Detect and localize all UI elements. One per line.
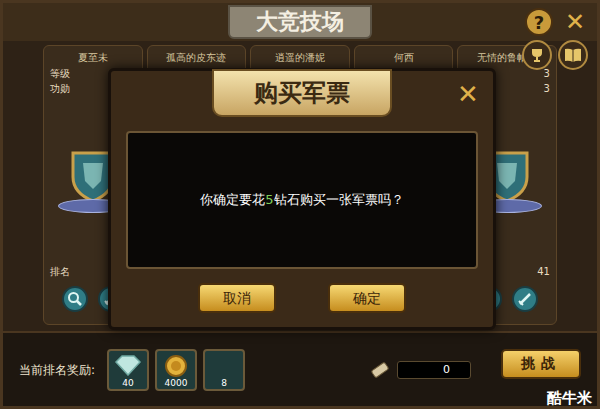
reward-label: 当前排名奖励: [19, 361, 95, 379]
dialog-body: 你确定要花5钻石购买一张军票吗？ [126, 131, 478, 269]
reward-slot: 8 [203, 349, 245, 391]
dialog-title: 购买军票 [254, 77, 350, 109]
stat-label: 功勋 [50, 81, 70, 96]
stat-value: 3 [544, 66, 550, 81]
challenge-label: 挑战 [521, 353, 561, 374]
magnifier-icon [67, 291, 83, 307]
stat-value: 3 [544, 81, 550, 96]
window-title: 大竞技场 [256, 7, 344, 37]
header-bar: 大竞技场? ✕ [3, 3, 597, 41]
reward-count: 40 [122, 378, 133, 389]
watermark: 酷牛米 [547, 389, 592, 407]
reward-count: 4000 [165, 378, 188, 389]
player-name: 夏至未 [78, 50, 108, 66]
dialog-message: 你确定要花5钻石购买一张军票吗？ [200, 190, 403, 210]
dialog-header: 购买军票 ✕ [111, 69, 493, 117]
rank-value: 41 [537, 264, 550, 280]
diamond-icon [114, 354, 142, 376]
ranking-button[interactable] [522, 40, 552, 70]
reward-slot: 4000 [155, 349, 197, 391]
dialog-title-plaque: 购买军票 [212, 69, 392, 117]
gold-coin-icon [164, 354, 188, 378]
sword-icon [517, 291, 533, 307]
dialog-button-label: 确定 [353, 288, 381, 309]
ticket-count: 0 [397, 361, 471, 379]
player-name: 逍遥的潘妮 [275, 50, 325, 66]
player-name: 何西 [394, 50, 414, 66]
trophy-icon [529, 47, 545, 63]
dialog-buttons: 取消 确定 [198, 283, 406, 313]
dialog-close-label: ✕ [457, 75, 479, 114]
challenge-button[interactable]: 挑战 [501, 349, 581, 379]
fight-button[interactable] [512, 286, 538, 312]
book-icon [564, 47, 582, 63]
dialog-button[interactable]: 确定 [328, 283, 406, 313]
help-button[interactable]: ? [525, 8, 553, 36]
stat-label: 等级 [50, 66, 70, 81]
close-button[interactable]: ✕ [561, 8, 589, 36]
rules-button[interactable] [558, 40, 588, 70]
buy-ticket-dialog: 购买军票 ✕ 你确定要花5钻石购买一张军票吗？ 取消 确定 [108, 68, 496, 330]
reward-slot: 40 [107, 349, 149, 391]
dialog-close-button[interactable]: ✕ [453, 79, 483, 109]
player-name: 孤高的皮东迹 [166, 50, 226, 66]
title-plaque: 大竞技场 [228, 5, 372, 39]
rank-label: 排名 [50, 264, 70, 280]
bottom-bar: 当前排名奖励: 40 4000 8 0 挑战 [3, 331, 597, 406]
ticket-icon [369, 359, 391, 381]
close-label: ✕ [565, 4, 585, 40]
view-button[interactable] [62, 286, 88, 312]
help-label: ? [534, 9, 544, 36]
reward-count: 8 [221, 378, 227, 389]
side-icons [522, 40, 588, 70]
dialog-button[interactable]: 取消 [198, 283, 276, 313]
dialog-button-label: 取消 [223, 288, 251, 309]
